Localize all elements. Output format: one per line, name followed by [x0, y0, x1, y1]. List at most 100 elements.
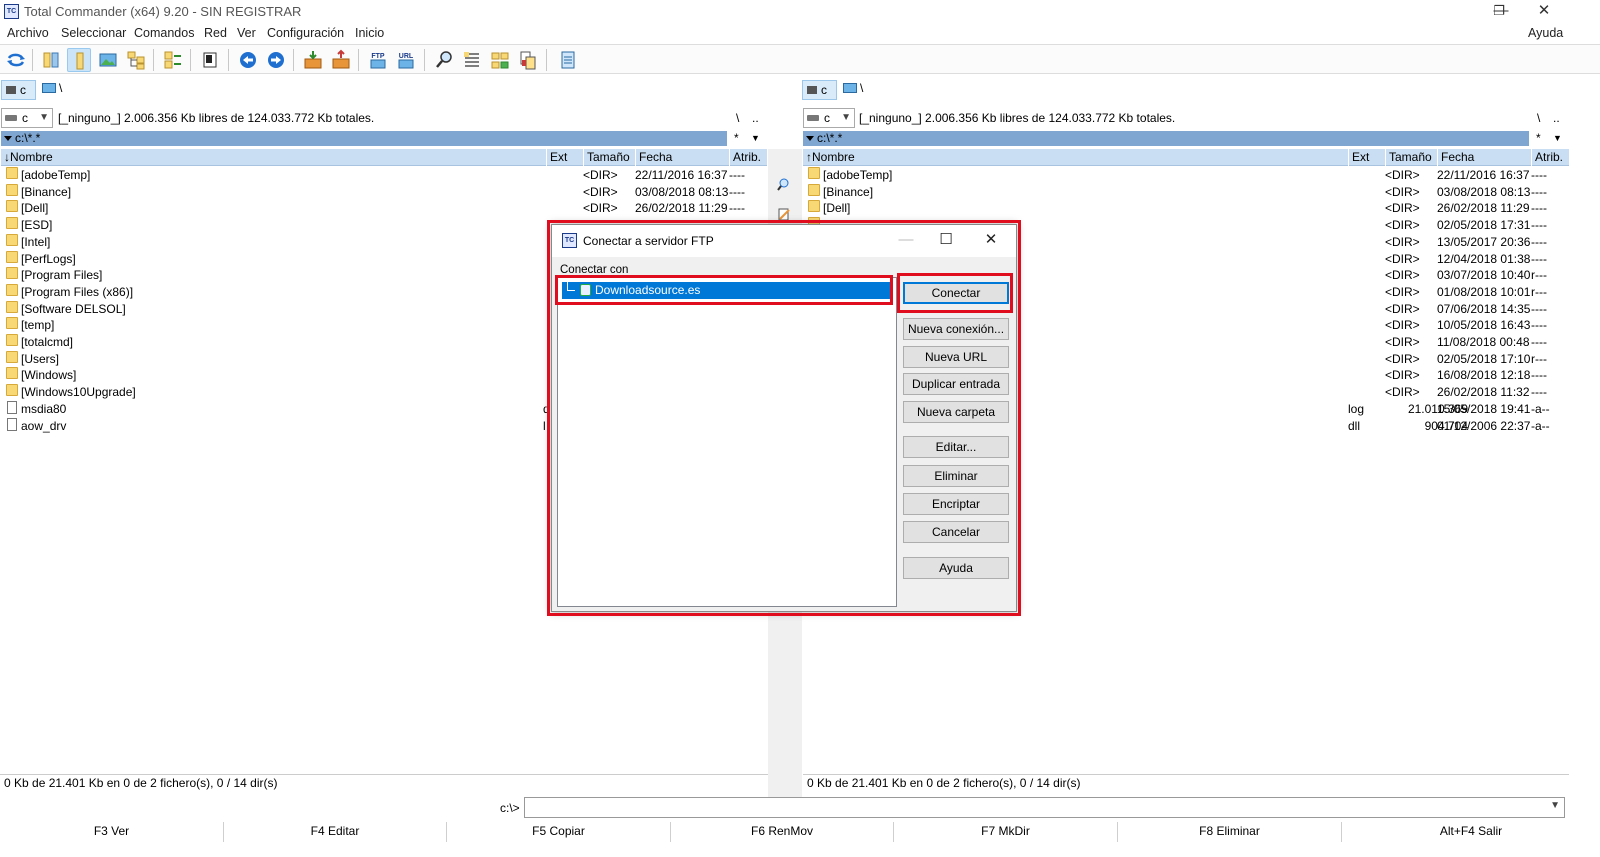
toolbar-separator — [424, 49, 425, 71]
column-size[interactable]: Tamaño — [1385, 149, 1437, 166]
file-attr: ---- — [1531, 184, 1547, 199]
column-attr[interactable]: Atrib. — [1531, 149, 1569, 166]
drive-icon — [5, 115, 17, 121]
refresh-icon[interactable] — [4, 48, 28, 72]
column-date[interactable]: Fecha — [1437, 149, 1531, 166]
notepad-icon[interactable] — [556, 48, 580, 72]
url-connect-icon[interactable]: URL — [394, 48, 418, 72]
altf4-exit-button[interactable]: Alt+F4 Salir — [1342, 822, 1600, 842]
connection-item[interactable]: Downloadsource.es — [562, 282, 893, 299]
right-drive-tab[interactable]: c — [802, 80, 837, 100]
column-attr[interactable]: Atrib. — [729, 149, 767, 166]
left-filter[interactable]: * — [734, 131, 739, 145]
duplicate-entry-button[interactable]: Duplicar entrada — [903, 373, 1009, 395]
network-folder-icon — [843, 83, 857, 93]
column-name[interactable]: ↓Nombre — [1, 149, 546, 166]
sync-dirs-icon[interactable] — [488, 48, 512, 72]
menu-ayuda[interactable]: Ayuda — [1528, 26, 1563, 40]
ftp-connect-icon[interactable]: FTP — [366, 48, 390, 72]
file-row[interactable]: [Binance] <DIR> 03/08/2018 08:13 ---- — [1, 183, 767, 201]
file-size: <DIR> — [1385, 218, 1420, 233]
delete-button[interactable]: Eliminar — [903, 465, 1009, 487]
restore-button[interactable]: ❐ — [1476, 0, 1522, 24]
maximize-button[interactable]: ☐ — [926, 229, 966, 253]
menu-comandos[interactable]: Comandos — [134, 26, 194, 40]
column-size[interactable]: Tamaño — [583, 149, 635, 166]
column-date[interactable]: Fecha — [635, 149, 729, 166]
column-ext[interactable]: Ext — [1348, 149, 1385, 166]
tree-icon[interactable] — [124, 48, 148, 72]
encrypt-button[interactable]: Encriptar — [903, 493, 1009, 515]
back-icon[interactable] — [236, 48, 260, 72]
forward-icon[interactable] — [264, 48, 288, 72]
column-name[interactable]: ↑Nombre — [803, 149, 1348, 166]
toolbar-separator — [190, 49, 191, 71]
file-name: [Software DELSOL] — [21, 301, 126, 316]
f4-edit-button[interactable]: F4 Editar — [224, 822, 447, 842]
close-button[interactable]: ✕ — [1521, 0, 1567, 24]
file-row[interactable]: [Dell] <DIR> 26/02/2018 11:29 ---- — [1, 200, 767, 217]
menu-ver[interactable]: Ver — [237, 26, 256, 40]
cancel-button[interactable]: Cancelar — [903, 521, 1009, 543]
multi-rename-icon[interactable] — [460, 48, 484, 72]
view-icon[interactable] — [777, 177, 791, 191]
tree-line — [567, 282, 575, 291]
left-drive-tab[interactable]: c — [1, 80, 36, 100]
chevron-down-icon[interactable]: ▼ — [751, 133, 760, 143]
search-icon[interactable] — [432, 48, 456, 72]
column-ext[interactable]: Ext — [546, 149, 583, 166]
quick-view-icon[interactable] — [198, 48, 222, 72]
left-up-button[interactable]: .. — [752, 111, 759, 125]
compare-files-icon[interactable] — [516, 48, 540, 72]
connect-button[interactable]: Conectar — [903, 282, 1009, 304]
ftp-site-icon — [580, 284, 591, 296]
edit-icon[interactable] — [777, 207, 791, 221]
f8-delete-button[interactable]: F8 Eliminar — [1118, 822, 1342, 842]
full-view-icon[interactable] — [67, 48, 91, 72]
file-row[interactable]: [adobeTemp] <DIR> 22/11/2016 16:37 ---- — [1, 167, 767, 184]
left-path-tab[interactable]: \ — [42, 81, 62, 95]
compare-dirs-icon[interactable] — [161, 48, 185, 72]
help-button[interactable]: Ayuda — [903, 557, 1009, 579]
file-row[interactable]: [Binance] <DIR> 03/08/2018 08:13 ---- — [803, 183, 1569, 201]
chevron-down-icon[interactable]: ▼ — [1553, 133, 1562, 143]
thumbnails-icon[interactable] — [96, 48, 120, 72]
menu-seleccionar[interactable]: Seleccionar — [61, 26, 126, 40]
file-date: 01/08/2018 10:01 — [1437, 284, 1531, 299]
f7-mkdir-button[interactable]: F7 MkDir — [894, 822, 1118, 842]
folder-icon — [6, 200, 18, 213]
f5-copy-button[interactable]: F5 Copiar — [447, 822, 671, 842]
right-path-tab[interactable]: \ — [843, 81, 863, 95]
right-path-bar[interactable]: c:\*.* — [803, 131, 1529, 146]
new-connection-button[interactable]: Nueva conexión... — [903, 318, 1009, 340]
command-line-input[interactable]: ▼ — [524, 797, 1565, 818]
connection-tree[interactable]: Downloadsource.es — [557, 277, 897, 607]
menu-inicio[interactable]: Inicio — [355, 26, 384, 40]
left-path-bar[interactable]: c:\*.* — [1, 131, 727, 146]
right-filter[interactable]: * — [1536, 131, 1541, 145]
toolbar-separator — [32, 49, 33, 71]
menu-red[interactable]: Red — [204, 26, 227, 40]
file-ext: d — [543, 401, 550, 416]
menu-configuracion[interactable]: Configuración — [267, 26, 344, 40]
right-drive-select[interactable]: c ▼ — [803, 108, 855, 128]
unpack-icon[interactable] — [329, 48, 353, 72]
close-button[interactable]: ✕ — [971, 229, 1011, 253]
left-drive-select[interactable]: c ▼ — [1, 108, 53, 128]
drive-icon — [807, 115, 819, 121]
f6-renmov-button[interactable]: F6 RenMov — [671, 822, 894, 842]
new-url-button[interactable]: Nueva URL — [903, 346, 1009, 368]
minimize-button[interactable]: — — [886, 229, 926, 253]
right-root-button[interactable]: \ — [1537, 111, 1540, 125]
pack-icon[interactable] — [301, 48, 325, 72]
right-up-button[interactable]: .. — [1553, 111, 1560, 125]
file-row[interactable]: [Dell] <DIR> 26/02/2018 11:29 ---- — [803, 200, 1569, 217]
edit-button[interactable]: Editar... — [903, 436, 1009, 458]
new-folder-button[interactable]: Nueva carpeta — [903, 401, 1009, 423]
brief-view-icon[interactable] — [39, 48, 63, 72]
chevron-down-icon[interactable]: ▼ — [1550, 800, 1560, 811]
f3-view-button[interactable]: F3 Ver — [0, 822, 224, 842]
menu-archivo[interactable]: Archivo — [7, 26, 49, 40]
file-row[interactable]: [adobeTemp] <DIR> 22/11/2016 16:37 ---- — [803, 167, 1569, 184]
left-root-button[interactable]: \ — [736, 111, 739, 125]
